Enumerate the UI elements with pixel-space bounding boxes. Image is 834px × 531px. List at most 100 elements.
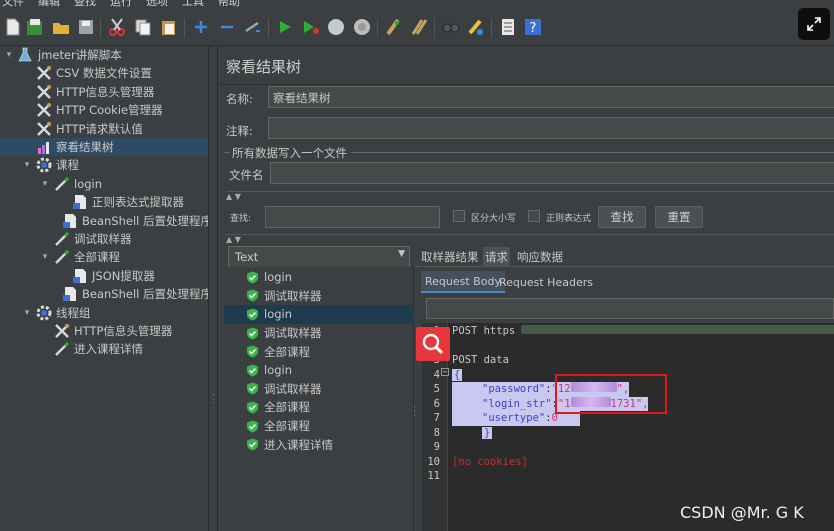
sample-item[interactable]: 调试取样器 [224, 380, 414, 399]
templates-icon[interactable] [24, 16, 46, 38]
tree-item-3[interactable]: HTTP Cookie管理器 [0, 101, 208, 119]
name-field[interactable]: 察看结果树 [268, 86, 834, 108]
menu-item-5[interactable]: 工具 [182, 0, 204, 7]
sample-label: 进入课程详情 [264, 437, 333, 452]
menu-item-0[interactable]: 文件 [2, 0, 24, 7]
stop-icon[interactable] [325, 16, 347, 38]
view-results-tree-panel: 察看结果树 名称: 察看结果树 注释: 所有数据写入一个文件 文件名 ▲ ▼ 查… [218, 46, 834, 531]
tree-item-9[interactable]: BeanShell 后置处理程序 [0, 212, 212, 230]
collapse-icon[interactable] [216, 16, 238, 38]
sample-item[interactable]: 调试取样器 [224, 324, 414, 343]
sample-item[interactable]: 调试取样器 [224, 287, 414, 306]
menu-item-1[interactable]: 编辑 [38, 0, 60, 7]
start-icon[interactable] [274, 16, 296, 38]
start-no-pause-icon[interactable] [300, 16, 322, 38]
tree-item-label: login [74, 176, 103, 191]
tab-2[interactable]: 响应数据 [515, 247, 565, 267]
expand-icon[interactable] [190, 16, 212, 38]
case-sensitive-checkbox[interactable] [453, 210, 465, 222]
tree-item-6[interactable]: ▾ 课程 [0, 156, 208, 174]
splitter-handle[interactable]: · · · [208, 46, 218, 531]
copy-icon[interactable] [132, 16, 154, 38]
tree-item-14[interactable]: ▾ 线程组 [0, 304, 208, 322]
sample-label: login [264, 307, 293, 322]
clear-icon[interactable] [382, 16, 404, 38]
comment-field[interactable] [268, 117, 834, 139]
paste-icon[interactable] [158, 16, 180, 38]
tree-item-0[interactable]: ▾ jmeter讲解脚本 [0, 46, 208, 64]
regex-checkbox[interactable] [528, 210, 540, 222]
filename-field[interactable] [270, 162, 834, 184]
toggle-icon[interactable] [242, 16, 264, 38]
tree-item-4[interactable]: HTTP请求默认值 [0, 120, 208, 138]
script-icon [72, 268, 88, 284]
new-icon[interactable] [2, 16, 24, 38]
search-input[interactable] [265, 206, 440, 228]
tree-item-10[interactable]: 调试取样器 [0, 230, 208, 248]
function-helper-icon[interactable] [497, 16, 519, 38]
tree-item-8[interactable]: 正则表达式提取器 [0, 193, 208, 211]
fullscreen-button[interactable] [798, 8, 830, 40]
sample-item[interactable]: 全部课程 [224, 398, 414, 417]
find-button[interactable]: 查找 [598, 206, 646, 228]
tree-item-15[interactable]: HTTP信息头管理器 [0, 322, 208, 340]
magnifier-icon[interactable] [416, 327, 450, 361]
subtab-0[interactable]: Request Body [421, 271, 505, 293]
chevron-down-icon[interactable]: ▾ [22, 160, 32, 170]
sample-item[interactable]: login [224, 361, 414, 380]
sample-item[interactable]: 进入课程详情 [224, 435, 414, 454]
subtab-1[interactable]: Request Headers [495, 271, 597, 293]
chevron-down-icon[interactable]: ▾ [40, 179, 50, 189]
line-number: 8 [433, 426, 440, 439]
tab-0[interactable]: 取样器结果 [419, 247, 481, 267]
tree-item-7[interactable]: ▾ login [0, 175, 208, 193]
request-body-editor[interactable]: 1234567891011 POST httpsPOST data{"passw… [422, 323, 834, 531]
svg-text:?: ? [530, 21, 537, 36]
tree-item-label: 全部课程 [74, 250, 120, 265]
collapse-divider[interactable]: ▲ ▼ [226, 191, 834, 201]
tab-1[interactable]: 请求 [483, 247, 510, 267]
json-key: "password" [482, 383, 546, 395]
chevron-down-icon[interactable]: ▾ [22, 308, 32, 318]
success-shield-icon [246, 438, 259, 451]
shutdown-icon[interactable] [351, 16, 373, 38]
reset-button[interactable]: 重置 [655, 206, 703, 228]
tree-item-13[interactable]: BeanShell 后置处理程序 [0, 285, 212, 303]
fold-marker-icon[interactable]: − [441, 368, 449, 376]
sample-item[interactable]: 全部课程 [224, 342, 414, 361]
save-icon[interactable] [75, 16, 97, 38]
pipette-icon [54, 176, 70, 192]
success-shield-icon [246, 345, 259, 358]
tree-item-2[interactable]: HTTP信息头管理器 [0, 83, 208, 101]
tree-item-12[interactable]: JSON提取器 [0, 267, 208, 285]
chevron-down-icon[interactable]: ▾ [4, 50, 14, 60]
success-shield-icon [246, 271, 259, 284]
menu-item-3[interactable]: 运行 [110, 0, 132, 7]
tools-icon [36, 84, 52, 100]
renderer-select[interactable]: Text ▼ [228, 246, 410, 268]
sample-item[interactable]: 全部课程 [224, 417, 414, 436]
chevron-down-icon[interactable]: ▾ [40, 252, 50, 262]
menu-item-4[interactable]: 选项 [146, 0, 168, 7]
sample-item[interactable]: login [224, 268, 414, 287]
tree-item-1[interactable]: CSV 数据文件设置 [0, 64, 208, 82]
collapse-divider-2[interactable]: ▲ ▼ [226, 234, 834, 244]
tree-item-label: jmeter讲解脚本 [38, 48, 122, 62]
body-search-input[interactable] [426, 298, 834, 319]
line-number: 7 [433, 412, 440, 424]
help-icon[interactable]: ? [522, 16, 544, 38]
tree-item-11[interactable]: ▾ 全部课程 [0, 248, 208, 266]
tree-item-5[interactable]: 察看结果树 [0, 138, 208, 156]
open-icon[interactable] [50, 16, 72, 38]
menu-item-2[interactable]: 查找 [74, 0, 96, 7]
tree-item-label: CSV 数据文件设置 [56, 66, 152, 81]
sample-item[interactable]: login [224, 305, 414, 324]
clear-all-icon[interactable] [408, 16, 430, 38]
menu-item-6[interactable]: 帮助 [218, 0, 240, 7]
json-key: "usertype" [482, 412, 546, 424]
search-icon[interactable] [440, 16, 462, 38]
script-icon [62, 213, 78, 229]
reset-search-icon[interactable] [465, 16, 487, 38]
cut-icon[interactable] [106, 16, 128, 38]
tree-item-16[interactable]: 进入课程详情 [0, 340, 208, 358]
